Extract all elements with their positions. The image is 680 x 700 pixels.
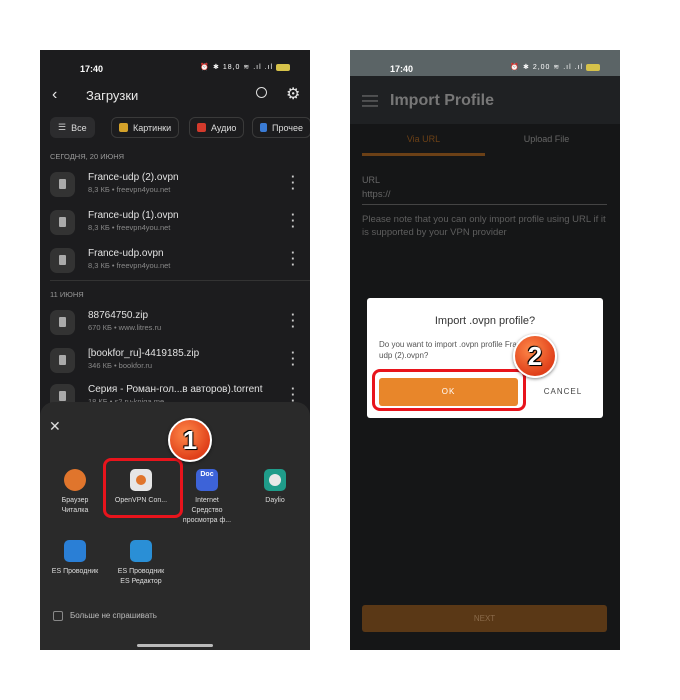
file-name: France-udp (1).ovpn [88, 210, 179, 221]
chip-images[interactable]: Картинки [111, 117, 180, 138]
file-icon [50, 248, 75, 273]
tab-indicator [362, 153, 485, 156]
gear-icon[interactable]: ⚙ [286, 84, 300, 104]
doc-icon: Doc [196, 469, 218, 491]
page-title: Загрузки [86, 88, 139, 103]
app-browser[interactable]: Браузер Читалка [40, 469, 110, 516]
file-name: [bookfor_ru]-4419185.zip [88, 348, 200, 359]
file-meta: 8,3 КБ • freevpn4you.net [88, 185, 171, 194]
battery-icon [586, 63, 600, 71]
app-es-explorer[interactable]: ES Проводник [40, 540, 110, 577]
status-icons: ⏰ ✱ 18,0 ≋ .ıl .ıl [200, 63, 290, 71]
url-label: URL [362, 175, 381, 185]
file-icon [50, 348, 75, 373]
dont-ask-checkbox[interactable] [53, 611, 63, 621]
daylio-icon [264, 469, 286, 491]
file-meta: 8,3 КБ • freevpn4you.net [88, 261, 171, 270]
file-meta: 346 КБ • bookfor.ru [88, 361, 153, 370]
app-es-editor[interactable]: ES Проводник ES Редактор [106, 540, 176, 587]
status-time: 17:40 [390, 64, 414, 74]
url-input[interactable]: https:// [362, 189, 607, 205]
dialog-title: Import .ovpn profile? [434, 315, 536, 327]
more-icon[interactable]: · · · [291, 308, 295, 333]
more-icon[interactable]: · · · [291, 170, 295, 195]
import-profile-screen: 17:40 ⏰ ✱ 2,00 ≋ .ıl .ıl — — — Import Prof… [350, 50, 620, 650]
divider [50, 280, 310, 281]
step-badge-2: 2 [513, 334, 557, 378]
highlight-openvpn [103, 458, 183, 518]
file-item[interactable]: 88764750.zip 670 КБ • www.litres.ru · · · [50, 308, 305, 346]
file-item[interactable]: [bookfor_ru]-4419185.zip 346 КБ • bookfor… [50, 346, 305, 384]
more-icon[interactable]: · · · [291, 346, 295, 371]
es-explorer-icon [64, 540, 86, 562]
status-bar: 17:40 ⏰ ✱ 18,0 ≋ .ıl .ıl [40, 50, 310, 88]
chip-other[interactable]: Прочее [252, 117, 310, 138]
tab-via-url[interactable]: Via URL [362, 134, 485, 144]
battery-icon [276, 63, 290, 71]
file-item[interactable]: France-udp (1).ovpn 8,3 КБ • freevpn4you.… [50, 208, 305, 246]
file-meta: 670 КБ • www.litres.ru [88, 323, 162, 332]
image-icon [119, 123, 128, 132]
chip-all[interactable]: ☰ Все [50, 117, 95, 138]
list-icon: ☰ [58, 122, 67, 132]
es-editor-icon [130, 540, 152, 562]
section-header: 11 ИЮНЯ [50, 290, 84, 299]
search-icon[interactable] [256, 87, 267, 98]
file-icon [50, 172, 75, 197]
browser-icon [64, 469, 86, 491]
file-icon [50, 310, 75, 335]
more-icon[interactable]: · · · [291, 208, 295, 233]
menu-icon[interactable]: — — — [362, 88, 378, 114]
cancel-button[interactable]: CANCEL [533, 378, 593, 406]
file-name: 88764750.zip [88, 310, 149, 321]
close-icon[interactable]: ✕ [49, 418, 61, 435]
music-icon [197, 123, 206, 132]
home-indicator [137, 644, 213, 647]
file-name: Серия - Роман-гол...в авторов).torrent [88, 384, 263, 395]
more-icon[interactable]: · · · [291, 246, 295, 271]
status-time: 17:40 [80, 64, 104, 74]
downloads-screen: 17:40 ⏰ ✱ 18,0 ≋ .ıl .ıl ‹ Загрузки ⚙ ☰ В… [40, 50, 310, 650]
file-icon [260, 123, 267, 132]
page-title: Import Profile [390, 92, 495, 109]
tab-upload-file[interactable]: Upload File [485, 134, 608, 144]
file-meta: 8,3 КБ • freevpn4you.net [88, 223, 171, 232]
file-item[interactable]: France-udp.ovpn 8,3 КБ • freevpn4you.net ·… [50, 246, 305, 284]
app-daylio[interactable]: Daylio [240, 469, 310, 506]
dont-ask-label: Больше не спрашивать [70, 611, 157, 620]
file-name: France-udp.ovpn [88, 248, 164, 259]
note-text: Please note that you can only import pro… [362, 214, 606, 238]
step-badge-1: 1 [168, 418, 212, 462]
highlight-ok [372, 369, 526, 411]
file-icon [50, 210, 75, 235]
back-icon[interactable]: ‹ [52, 86, 57, 104]
file-item[interactable]: France-udp (2).ovpn 8,3 КБ • freevpn4you.… [50, 170, 305, 208]
file-name: France-udp (2).ovpn [88, 172, 179, 183]
section-header: СЕГОДНЯ, 20 ИЮНЯ [50, 152, 125, 161]
chip-audio[interactable]: Аудио [189, 117, 245, 138]
status-icons: ⏰ ✱ 2,00 ≋ .ıl .ıl [510, 63, 600, 71]
next-button[interactable]: NEXT [362, 605, 607, 632]
